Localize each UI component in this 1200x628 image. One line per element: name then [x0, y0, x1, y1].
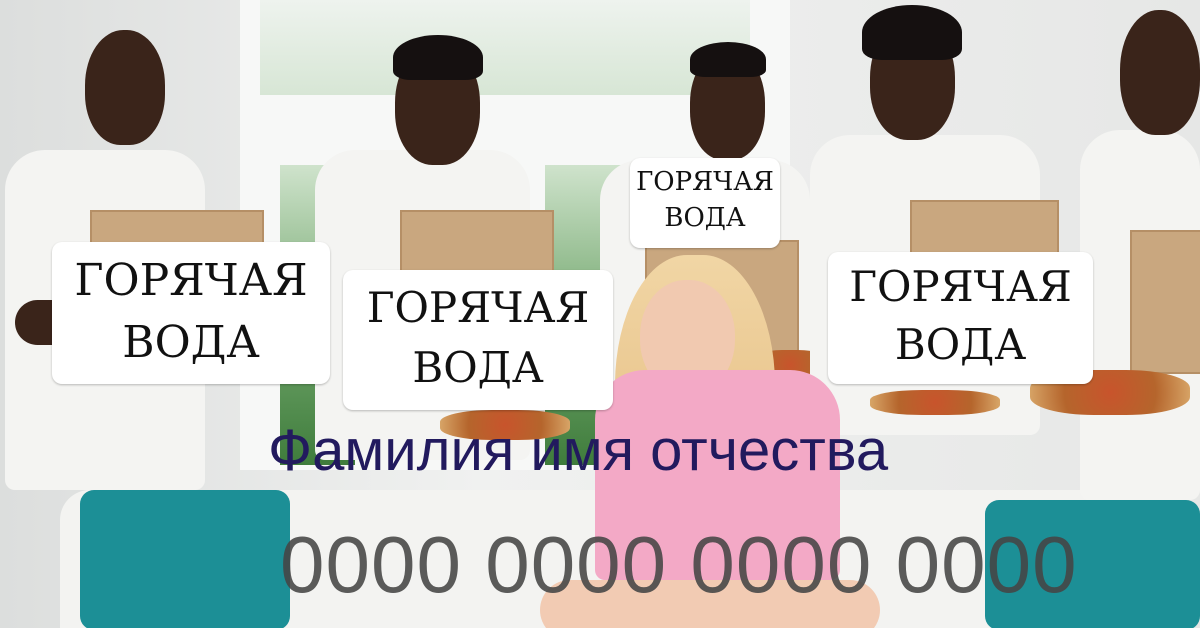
meme-image: ГОРЯЧАЯ ВОДА ГОРЯЧАЯ ВОДА ГОРЯЧАЯ ВОДА Г…	[0, 0, 1200, 628]
label-line-2: ВОДА	[664, 203, 746, 233]
caption-card-number: 0000 0000 0000 0000	[280, 520, 1078, 609]
caption-full-name: Фамилия имя отчества	[268, 418, 889, 483]
label-line-1: ГОРЯЧАЯ	[636, 167, 774, 197]
label-line-1: ГОРЯЧАЯ	[74, 255, 308, 306]
label-line-1: ГОРЯЧАЯ	[366, 283, 590, 332]
hot-water-label-2: ГОРЯЧАЯ ВОДА	[343, 270, 613, 410]
hot-water-label-4: ГОРЯЧАЯ ВОДА	[828, 252, 1093, 384]
label-line-1: ГОРЯЧАЯ	[849, 262, 1072, 311]
hot-water-label-3: ГОРЯЧАЯ ВОДА	[630, 158, 780, 248]
label-line-2: ВОДА	[122, 317, 260, 368]
hot-water-label-1: ГОРЯЧАЯ ВОДА	[52, 242, 330, 384]
window-top-pane	[260, 0, 750, 95]
label-line-2: ВОДА	[412, 343, 544, 392]
cushion-left	[80, 490, 290, 628]
label-line-2: ВОДА	[894, 320, 1027, 369]
